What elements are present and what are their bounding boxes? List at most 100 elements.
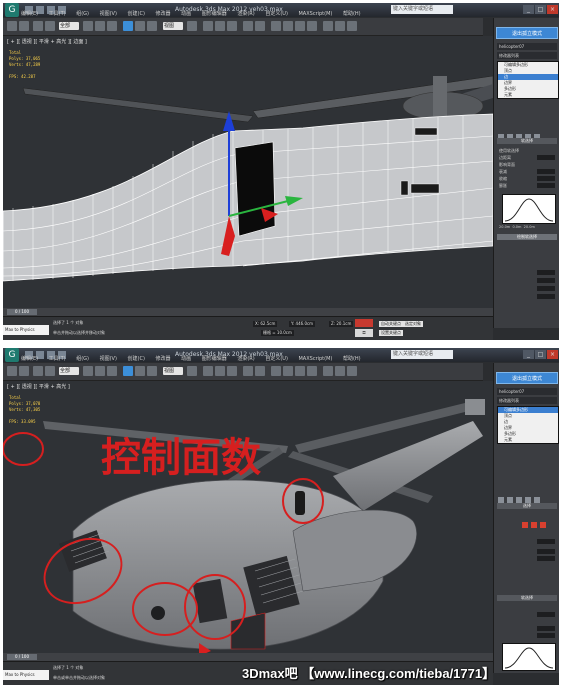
snap-toggle-icon[interactable]: [203, 21, 213, 31]
object-name-field[interactable]: helicopter07: [497, 388, 557, 395]
z-coordinate-field[interactable]: Z: 20.1cm: [329, 321, 354, 327]
rectangle-selection-icon[interactable]: [107, 21, 117, 31]
set-key-button[interactable]: ⚿: [355, 329, 373, 337]
material-editor-icon[interactable]: [307, 366, 317, 376]
pinch-field[interactable]: 收缩: [499, 176, 557, 181]
menu-create[interactable]: 创建(C): [128, 356, 145, 362]
select-by-name-icon[interactable]: [95, 366, 105, 376]
select-and-rotate-icon[interactable]: [135, 21, 145, 31]
menu-customize[interactable]: 自定义(U): [265, 356, 288, 362]
x-coordinate-field[interactable]: X: 62.5cm: [253, 321, 278, 327]
reference-coordinate-dropdown[interactable]: 视图: [163, 22, 183, 30]
brush-strength-field[interactable]: [499, 286, 557, 291]
menu-rendering[interactable]: 渲染(R): [237, 11, 254, 17]
menu-modifiers[interactable]: 修改器: [156, 356, 171, 362]
angle-snap-icon[interactable]: [215, 21, 225, 31]
edge-distance-field[interactable]: [499, 612, 557, 617]
shaded-face-toggle[interactable]: [499, 246, 557, 251]
pivot-center-icon[interactable]: [187, 21, 197, 31]
render-setup-icon[interactable]: [323, 366, 333, 376]
pivot-center-icon[interactable]: [187, 366, 197, 376]
maximize-button[interactable]: □: [535, 350, 546, 359]
brush-radius-field[interactable]: [499, 278, 557, 283]
affect-backfacing-checkbox[interactable]: [499, 619, 557, 624]
app-logo-icon[interactable]: G: [5, 3, 19, 17]
menu-maxscript[interactable]: MAXScript(M): [298, 356, 332, 362]
render-icon[interactable]: [347, 366, 357, 376]
exit-isolation-button[interactable]: 退出孤立模式: [496, 372, 558, 384]
viewport-label[interactable]: [ + ][ 透视 ][ 平滑 + 高光 ][ 边面 ]: [7, 38, 87, 45]
modifier-list-dropdown[interactable]: 修改器列表: [497, 397, 557, 404]
menu-edit[interactable]: 编辑(E): [21, 11, 38, 17]
auto-key-button[interactable]: [355, 319, 373, 327]
mirror-icon[interactable]: [243, 21, 253, 31]
object-name-field[interactable]: helicopter07: [497, 43, 557, 50]
curve-editor-icon[interactable]: [283, 366, 293, 376]
pinch-field[interactable]: [499, 633, 557, 638]
by-angle-field[interactable]: [499, 539, 557, 544]
select-and-move-icon[interactable]: [123, 366, 133, 376]
ring-loop-buttons[interactable]: [499, 556, 557, 561]
undo-icon[interactable]: [7, 366, 17, 376]
stack-item-element[interactable]: 元素: [498, 92, 558, 98]
time-slider[interactable]: 0 / 100: [3, 308, 493, 316]
frame-counter[interactable]: 0 / 100: [7, 654, 37, 660]
use-soft-selection-checkbox[interactable]: [499, 605, 557, 610]
affect-backfacing-checkbox[interactable]: 影响背面: [499, 162, 557, 167]
schematic-view-icon[interactable]: [295, 366, 305, 376]
render-setup-icon[interactable]: [323, 21, 333, 31]
layer-manager-icon[interactable]: [271, 21, 281, 31]
close-button[interactable]: ×: [547, 350, 558, 359]
redo-icon[interactable]: [19, 366, 29, 376]
menu-views[interactable]: 视图(V): [100, 356, 117, 362]
layer-manager-icon[interactable]: [271, 366, 281, 376]
falloff-field[interactable]: [499, 626, 557, 631]
set-key-label[interactable]: 设置关键点: [379, 330, 403, 336]
perspective-viewport[interactable]: 控制面数 [ + ][ 透视 ][ 平滑 + 高光 ] Total Polys:…: [3, 381, 493, 661]
redo-icon[interactable]: [19, 21, 29, 31]
menu-customize[interactable]: 自定义(U): [265, 11, 288, 17]
selection-value-field[interactable]: [499, 270, 557, 275]
reference-coordinate-dropdown[interactable]: 视图: [163, 367, 183, 375]
selection-filter-dropdown[interactable]: 全部: [59, 22, 79, 30]
menu-help[interactable]: 帮助(H): [343, 356, 361, 362]
menu-modifiers[interactable]: 修改器: [156, 11, 171, 17]
edge-distance-field[interactable]: 边距离: [499, 155, 557, 160]
menu-group[interactable]: 组(G): [76, 11, 89, 17]
selection-rollout[interactable]: 选择: [497, 503, 557, 509]
frame-counter[interactable]: 0 / 100: [7, 309, 37, 315]
menu-group[interactable]: 组(G): [76, 356, 89, 362]
menu-animation[interactable]: 动画: [181, 11, 191, 17]
curve-editor-icon[interactable]: [283, 21, 293, 31]
maxscript-listener[interactable]: Max to Physics: [3, 670, 49, 680]
falloff-field[interactable]: 衰减: [499, 169, 557, 174]
shrink-grow-buttons[interactable]: [499, 549, 557, 554]
select-and-move-icon[interactable]: [123, 21, 133, 31]
menu-graph-editors[interactable]: 图形编辑器: [202, 11, 227, 17]
app-logo-icon[interactable]: G: [5, 348, 19, 362]
selection-filter-dropdown[interactable]: 全部: [59, 367, 79, 375]
exit-isolation-button[interactable]: 退出孤立模式: [496, 27, 558, 39]
rectangle-selection-icon[interactable]: [107, 366, 117, 376]
menu-create[interactable]: 创建(C): [128, 11, 145, 17]
link-icon[interactable]: [33, 366, 43, 376]
auto-key-label[interactable]: 自动关键点: [379, 321, 403, 327]
modifier-stack[interactable]: 可编辑多边形 顶点 边 边界 多边形 元素: [497, 406, 559, 444]
rendered-frame-icon[interactable]: [335, 366, 345, 376]
snap-toggle-icon[interactable]: [203, 366, 213, 376]
preview-selection-options[interactable]: [499, 566, 557, 571]
modifier-stack[interactable]: 可编辑多边形 顶点 边 边界 多边形 元素: [497, 61, 559, 99]
paint-button-row[interactable]: [499, 258, 557, 263]
menu-tools[interactable]: 工具(T): [49, 11, 66, 17]
minimize-button[interactable]: _: [523, 5, 534, 14]
angle-snap-icon[interactable]: [215, 366, 225, 376]
menu-maxscript[interactable]: MAXScript(M): [298, 11, 332, 17]
maxscript-listener[interactable]: Max to Physics: [3, 325, 49, 335]
bubble-field[interactable]: 膨胀: [499, 183, 557, 188]
rendered-frame-icon[interactable]: [335, 21, 345, 31]
unlink-icon[interactable]: [45, 366, 55, 376]
search-input[interactable]: 键入关键字或短语: [391, 350, 453, 359]
percent-snap-icon[interactable]: [227, 21, 237, 31]
mirror-icon[interactable]: [243, 366, 253, 376]
select-and-scale-icon[interactable]: [147, 21, 157, 31]
